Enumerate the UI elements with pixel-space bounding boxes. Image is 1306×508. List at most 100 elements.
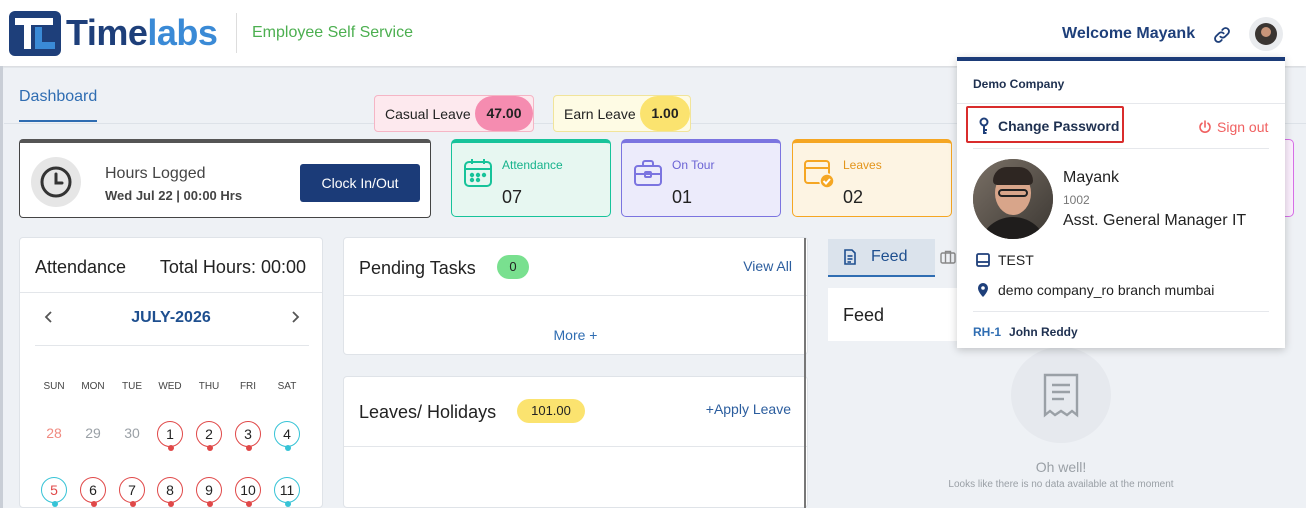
stat-value: 07 bbox=[502, 187, 523, 207]
pending-count-badge: 0 bbox=[497, 255, 529, 279]
leave-type-name: Earn Leave bbox=[564, 106, 636, 122]
sign-out-label: Sign out bbox=[1217, 119, 1269, 135]
leave-type-count: 1.00 bbox=[640, 96, 690, 131]
status-dot bbox=[246, 501, 252, 507]
calendar-day[interactable]: 1 bbox=[157, 421, 183, 451]
calendar-day-number: 1 bbox=[166, 426, 174, 442]
welcome-text: Welcome Mayank bbox=[1062, 25, 1196, 42]
calendar-day[interactable]: 5 bbox=[41, 477, 67, 507]
app-subtitle: Employee Self Service bbox=[252, 24, 413, 41]
calendar-day[interactable]: 28 bbox=[41, 421, 67, 447]
department-name: TEST bbox=[998, 252, 1034, 268]
calendar-day[interactable]: 7 bbox=[119, 477, 145, 507]
stat-label: Attendance bbox=[502, 158, 563, 172]
chevron-right-icon[interactable] bbox=[288, 310, 302, 324]
department-icon bbox=[976, 253, 990, 267]
calendar-day[interactable]: 11 bbox=[274, 477, 300, 507]
location-row: demo company_ro branch mumbai bbox=[973, 282, 1214, 298]
weekday-label: SUN bbox=[43, 381, 65, 392]
feed-card: Feed bbox=[828, 288, 968, 341]
timelabs-logo-icon[interactable] bbox=[9, 11, 61, 56]
status-dot bbox=[91, 501, 97, 507]
hours-logged-title: Hours Logged bbox=[105, 165, 206, 182]
reporting-head: RH-1 John Reddy bbox=[973, 325, 1078, 339]
apply-leave-label: Apply Leave bbox=[713, 401, 791, 417]
empty-state-text: Looks like there is no data available at… bbox=[948, 479, 1174, 490]
clock-in-out-button[interactable]: Clock In/Out bbox=[300, 164, 420, 202]
stat-value: 02 bbox=[843, 187, 864, 207]
profile-dropdown: Demo Company Change Password Sign out Ma… bbox=[957, 57, 1285, 348]
status-dot bbox=[285, 445, 291, 451]
brand-suffix: labs bbox=[147, 12, 218, 53]
reporting-head-name: John Reddy bbox=[1009, 325, 1078, 339]
briefcase-tab-icon[interactable] bbox=[940, 250, 956, 264]
calendar-day[interactable]: 9 bbox=[196, 477, 222, 507]
status-dot bbox=[207, 445, 213, 451]
status-dot bbox=[285, 501, 291, 507]
calendar-day-number: 28 bbox=[46, 425, 62, 441]
sign-out-button[interactable]: Sign out bbox=[1198, 119, 1268, 135]
on-tour-stat-card[interactable]: On Tour 01 bbox=[621, 139, 781, 217]
change-password-button[interactable]: Change Password bbox=[966, 106, 1124, 143]
calendar-day[interactable]: 10 bbox=[235, 477, 261, 507]
stat-label: Leaves bbox=[843, 158, 882, 172]
calendar-day[interactable]: 2 bbox=[196, 421, 222, 451]
pending-tasks-title: Pending Tasks bbox=[359, 258, 476, 278]
divider bbox=[973, 148, 1269, 149]
divider bbox=[344, 295, 807, 296]
apply-leave-link[interactable]: +Apply Leave bbox=[706, 401, 791, 417]
calendar-day[interactable]: 30 bbox=[119, 421, 145, 447]
avatar bbox=[1255, 23, 1277, 45]
location-name: demo company_ro branch mumbai bbox=[998, 282, 1215, 298]
divider bbox=[957, 103, 1285, 104]
calendar-day[interactable]: 4 bbox=[274, 421, 300, 451]
attendance-stat-card[interactable]: Attendance 07 bbox=[451, 139, 611, 217]
stat-label: On Tour bbox=[672, 158, 715, 172]
tab-feed[interactable]: Feed bbox=[828, 239, 935, 277]
calendar-day[interactable]: 6 bbox=[80, 477, 106, 507]
casual-leave-chip[interactable]: Casual Leave 47.00 bbox=[374, 95, 534, 132]
calendar-day[interactable]: 29 bbox=[80, 421, 106, 447]
calendar-day[interactable]: 8 bbox=[157, 477, 183, 507]
brand-wordmark[interactable]: Timelabs bbox=[66, 12, 218, 54]
pending-tasks-card: Pending Tasks 0 View All More + bbox=[343, 237, 808, 355]
status-dot bbox=[52, 501, 58, 507]
calendar-day[interactable]: 3 bbox=[235, 421, 261, 451]
calendar-day-number: 11 bbox=[279, 482, 295, 498]
tab-dashboard[interactable]: Dashboard bbox=[19, 88, 98, 122]
calendar-day-number: 6 bbox=[89, 482, 97, 498]
status-dot bbox=[168, 445, 174, 451]
weekday-label: WED bbox=[158, 381, 182, 392]
leaves-holidays-title: Leaves/ Holidays bbox=[359, 402, 497, 422]
status-dot bbox=[246, 445, 252, 451]
scrollbar[interactable] bbox=[804, 238, 806, 508]
calendar-day-number: 9 bbox=[205, 482, 213, 498]
more-link[interactable]: More + bbox=[344, 327, 807, 343]
stat-value: 01 bbox=[672, 187, 693, 207]
attendance-title: Attendance bbox=[35, 257, 127, 277]
brand-prefix: Time bbox=[66, 12, 148, 53]
view-all-link[interactable]: View All bbox=[743, 258, 792, 274]
feed-title: Feed bbox=[843, 305, 885, 325]
leave-balance-badge: 101.00 bbox=[517, 399, 585, 423]
tab-feed-label: Feed bbox=[871, 248, 908, 265]
status-dot bbox=[130, 501, 136, 507]
header-divider bbox=[236, 13, 237, 53]
divider bbox=[20, 292, 322, 293]
location-pin-icon bbox=[978, 283, 988, 297]
weekday-label: TUE bbox=[122, 381, 142, 392]
user-avatar-button[interactable] bbox=[1249, 17, 1283, 51]
plus-icon: + bbox=[705, 401, 714, 417]
hours-logged-card: Hours Logged Wed Jul 22 | 00:00 Hrs Cloc… bbox=[19, 139, 431, 218]
earn-leave-chip[interactable]: Earn Leave 1.00 bbox=[553, 95, 691, 132]
reporting-head-key: RH-1 bbox=[973, 325, 1002, 339]
empty-state-title: Oh well! bbox=[1035, 459, 1087, 475]
calendar-day-number: 7 bbox=[128, 482, 136, 498]
link-icon[interactable] bbox=[1212, 25, 1232, 45]
clock-icon bbox=[31, 157, 81, 207]
leaves-stat-card[interactable]: Leaves 02 bbox=[792, 139, 952, 217]
divider bbox=[344, 446, 807, 447]
left-edge-bar bbox=[0, 66, 3, 508]
calendar-icon bbox=[464, 159, 492, 187]
hours-logged-value: Wed Jul 22 | 00:00 Hrs bbox=[105, 188, 243, 203]
